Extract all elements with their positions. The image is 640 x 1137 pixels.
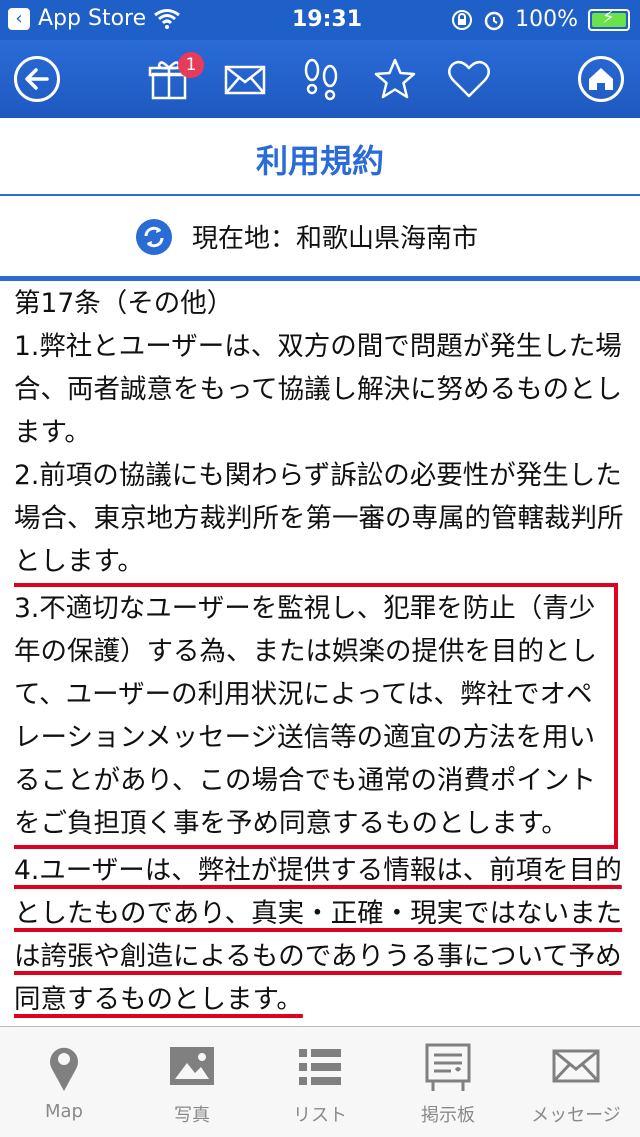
home-button[interactable]: [578, 56, 624, 102]
bulletin-board-icon: [425, 1043, 471, 1091]
tab-board[interactable]: 掲示板: [384, 1039, 512, 1127]
likes-button[interactable]: [446, 56, 492, 102]
heart-icon: [448, 60, 490, 98]
back-button[interactable]: [14, 56, 60, 102]
tab-label: リスト: [293, 1105, 347, 1126]
status-left: ‹ App Store: [8, 6, 181, 31]
back-to-app-icon[interactable]: ‹: [8, 7, 30, 30]
battery-percent: 100%: [515, 7, 578, 32]
nav-bar: [0, 40, 640, 118]
tab-photos[interactable]: 写真: [128, 1039, 256, 1127]
location-bar: 現在地：和歌山県海南市: [0, 196, 640, 281]
tab-label: 写真: [174, 1105, 210, 1126]
clause-1: 1.弊社とユーザーは、双方の間で問題が発生した場合、両者誠意をもって協議し解決に…: [14, 331, 623, 448]
status-right: 100% ⚡: [451, 7, 630, 32]
gift-badge: 1: [178, 52, 204, 78]
article-heading: 第17条（その他）: [14, 288, 234, 319]
tab-map[interactable]: Map: [0, 1039, 128, 1122]
carrier-label: App Store: [38, 6, 147, 31]
clause-4-underlined: 4.ユーザーは、弊社が提供する情報は、前項を目的としたものであり、真実・正確・現…: [14, 855, 623, 1015]
location-text: 現在地：和歌山県海南市: [192, 224, 479, 254]
list-icon: [299, 1049, 341, 1085]
clock: 19:31: [292, 7, 363, 32]
star-icon: [374, 58, 416, 99]
tab-list[interactable]: リスト: [256, 1039, 384, 1127]
battery-icon: ⚡: [588, 7, 630, 31]
terms-content[interactable]: 第17条（その他） 1.弊社とユーザーは、双方の間で問題が発生した場合、両者誠意…: [14, 282, 634, 1026]
page-title: 利用規約: [255, 142, 384, 180]
map-pin-icon: [50, 1047, 78, 1091]
envelope-icon: [224, 65, 266, 95]
clause-3-highlighted: 3.不適切なユーザーを監視し、犯罪を防止（青少年の保護）する為、または娯楽の提供…: [14, 583, 618, 849]
wifi-icon: [154, 8, 181, 29]
home-icon: [589, 68, 613, 90]
photo-icon: [170, 1047, 214, 1085]
footprints-icon: [304, 58, 338, 101]
favorites-button[interactable]: [372, 56, 418, 102]
alarm-icon: [484, 11, 504, 30]
status-bar: ‹ App Store 19:31 100% ⚡: [0, 0, 640, 40]
tab-label: メッセージ: [531, 1105, 621, 1126]
clause-2: 2.前項の協議にも関わらず訴訟の必要性が発生した場合、東京地方裁判所を第一審の専…: [14, 460, 624, 577]
footprints-button[interactable]: [298, 56, 344, 102]
location-row[interactable]: 現在地：和歌山県海南市: [136, 218, 478, 255]
title-bar: 利用規約: [0, 118, 640, 196]
arrow-left-icon: [25, 68, 49, 90]
tab-messages[interactable]: メッセージ: [512, 1039, 640, 1127]
orientation-lock-icon: [452, 9, 473, 30]
mail-button[interactable]: [222, 56, 268, 102]
envelope-icon: [552, 1049, 600, 1083]
refresh-icon[interactable]: [136, 218, 172, 255]
tab-label: 掲示板: [421, 1105, 475, 1126]
tab-label: Map: [45, 1101, 83, 1122]
tab-bar: Map 写真 リスト 掲示板 メッセージ: [0, 1026, 640, 1137]
